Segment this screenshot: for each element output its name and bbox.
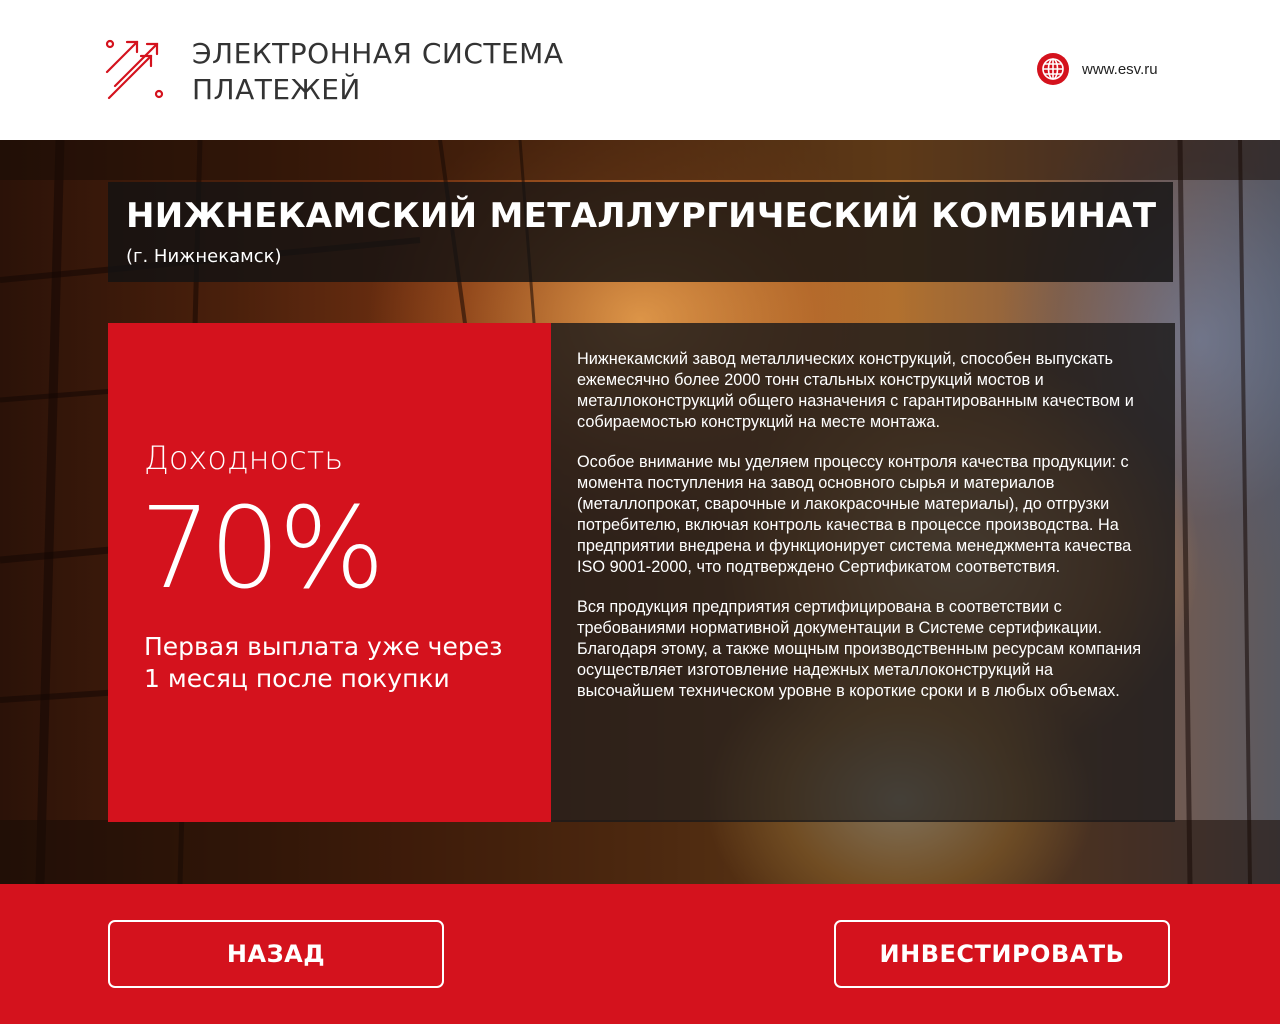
description-paragraph-3: Вся продукция предприятия сертифицирован… [577, 598, 1142, 700]
project-location: (г. Нижнекамск) [126, 246, 282, 267]
description-paragraph-2: Особое внимание мы уделяем процессу конт… [577, 453, 1132, 576]
project-title-box: НИЖНЕКАМСКИЙ МЕТАЛЛУРГИЧЕСКИЙ КОМБИНАТ (… [108, 182, 1173, 282]
first-payment-note-line1: Первая выплата уже через [144, 632, 503, 661]
yield-value: 70% [140, 484, 385, 614]
first-payment-note: Первая выплата уже через 1 месяц после п… [144, 631, 544, 695]
first-payment-note-line2: 1 месяц после покупки [144, 664, 450, 693]
brand-name: ЭЛЕКТРОННАЯ СИСТЕМА ПЛАТЕЖЕЙ [192, 36, 563, 108]
globe-icon [1037, 53, 1069, 85]
project-description-box: Нижнекамский завод металлических констру… [551, 323, 1175, 822]
header: ЭЛЕКТРОННАЯ СИСТЕМА ПЛАТЕЖЕЙ www.esv.ru [0, 0, 1280, 140]
back-button[interactable]: НАЗАД [108, 920, 444, 988]
yield-label: Доходность [144, 439, 344, 477]
brand-name-line1: ЭЛЕКТРОННАЯ СИСТЕМА [192, 37, 564, 70]
yield-card: Доходность 70% Первая выплата уже через … [108, 323, 551, 822]
footer: НАЗАД ИНВЕСТИРОВАТЬ [0, 884, 1280, 1024]
brand-name-line2: ПЛАТЕЖЕЙ [192, 73, 361, 106]
site-link[interactable]: www.esv.ru [1036, 52, 1158, 86]
arrows-logo-icon [105, 39, 164, 100]
description-paragraph-1: Нижнекамский завод металлических констру… [577, 350, 1134, 431]
project-title: НИЖНЕКАМСКИЙ МЕТАЛЛУРГИЧЕСКИЙ КОМБИНАТ [126, 196, 1157, 236]
invest-button[interactable]: ИНВЕСТИРОВАТЬ [834, 920, 1170, 988]
project-description: Нижнекамский завод металлических констру… [577, 349, 1152, 721]
site-url[interactable]: www.esv.ru [1082, 61, 1158, 78]
